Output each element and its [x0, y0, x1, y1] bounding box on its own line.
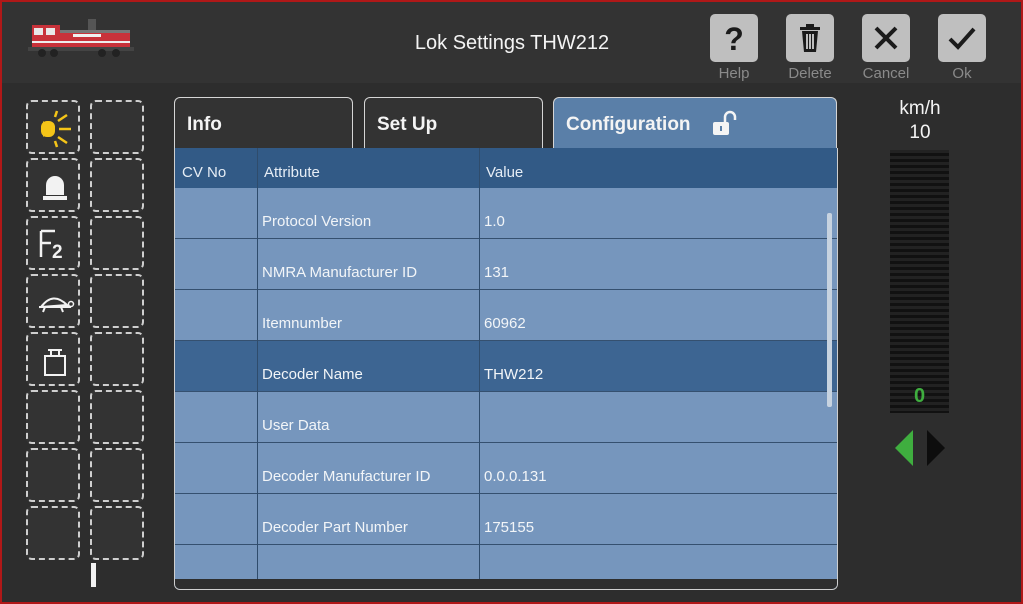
- function-empty-button[interactable]: [90, 448, 144, 502]
- table-row[interactable]: NMRA Manufacturer ID 131: [175, 239, 837, 290]
- header-bar: Lok Settings THW212 ? Help Delete Cancel…: [2, 2, 1021, 83]
- table-footer: [175, 579, 837, 589]
- unlock-icon: [713, 110, 737, 135]
- table-row[interactable]: Decoder Part Number 175155: [175, 494, 837, 545]
- speed-unit-display: km/h 10: [880, 97, 960, 145]
- check-icon: [948, 27, 976, 50]
- speed-value: 0: [913, 385, 926, 407]
- function-empty-button[interactable]: [26, 506, 80, 560]
- trash-icon: [800, 24, 820, 52]
- turtle-icon: [38, 297, 75, 313]
- function-f2-button[interactable]: 2: [26, 216, 80, 270]
- table-scrollbar[interactable]: [827, 213, 832, 407]
- cv-table: CV No Attribute Value Protocol Version 1…: [174, 148, 838, 590]
- page-title: Lok Settings THW212: [414, 32, 610, 54]
- tab-setup[interactable]: Set Up: [364, 97, 543, 149]
- table-row-selected[interactable]: Decoder Name THW212: [175, 341, 837, 392]
- function-empty-button[interactable]: [90, 390, 144, 444]
- horn-icon: [43, 176, 67, 200]
- tab-info[interactable]: Info: [174, 97, 353, 149]
- function-empty-button[interactable]: [90, 216, 144, 270]
- function-empty-button[interactable]: [90, 158, 144, 212]
- direction-reverse-icon[interactable]: [893, 430, 915, 466]
- speed-unit: km/h: [899, 98, 941, 119]
- cancel-button[interactable]: Cancel: [848, 14, 924, 84]
- table-row[interactable]: Decoder Manufacturer ID 0.0.0.131: [175, 443, 837, 494]
- function-light-button[interactable]: [26, 100, 80, 154]
- function-weight-button[interactable]: [26, 332, 80, 386]
- svg-text:?: ?: [724, 22, 744, 54]
- table-header: CV No Attribute Value: [175, 148, 837, 188]
- svg-text:2: 2: [52, 242, 63, 263]
- table-row[interactable]: Protocol Version 1.0: [175, 188, 837, 239]
- light-icon: [41, 110, 71, 148]
- function-empty-button[interactable]: [26, 448, 80, 502]
- function-empty-button[interactable]: [90, 332, 144, 386]
- tab-configuration[interactable]: Configuration: [553, 97, 837, 149]
- locomotive-icon: [28, 19, 134, 57]
- help-button[interactable]: ? Help: [696, 14, 772, 84]
- function-horn-button[interactable]: [26, 158, 80, 212]
- column-divider: [479, 148, 480, 589]
- close-icon: [874, 26, 898, 50]
- weight-icon: [44, 349, 66, 376]
- table-row[interactable]: Itemnumber 60962: [175, 290, 837, 341]
- function-empty-button[interactable]: [26, 390, 80, 444]
- table-row[interactable]: User Data: [175, 392, 837, 443]
- delete-button[interactable]: Delete: [772, 14, 848, 84]
- function-empty-button[interactable]: [90, 274, 144, 328]
- function-empty-button[interactable]: [90, 100, 144, 154]
- function-scrollbar[interactable]: [91, 563, 96, 587]
- speed-max: 10: [909, 122, 931, 143]
- function-turtle-button[interactable]: [26, 274, 80, 328]
- question-icon: ?: [724, 22, 744, 54]
- column-divider: [257, 148, 258, 589]
- speed-slider[interactable]: [890, 150, 949, 413]
- f2-icon: 2: [39, 229, 63, 263]
- table-body[interactable]: Protocol Version 1.0 NMRA Manufacturer I…: [175, 188, 837, 589]
- ok-button[interactable]: Ok: [924, 14, 1000, 84]
- function-empty-button[interactable]: [90, 506, 144, 560]
- direction-forward-icon[interactable]: [925, 430, 947, 466]
